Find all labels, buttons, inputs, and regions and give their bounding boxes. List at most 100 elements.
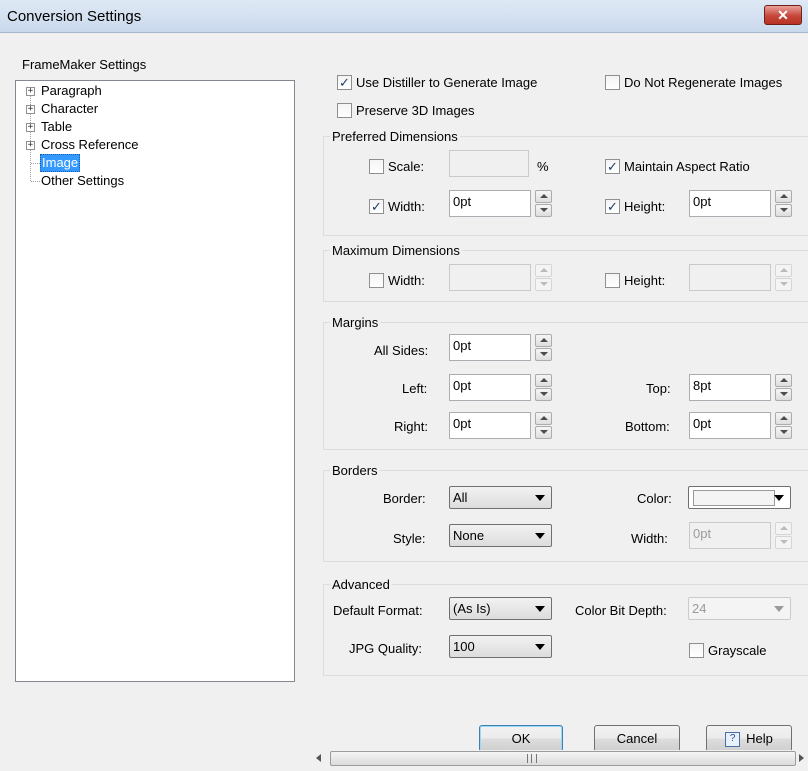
advanced-heading: Advanced bbox=[330, 577, 392, 592]
preserve-3d-checkbox[interactable] bbox=[337, 103, 352, 118]
bottom-margin-label: Bottom: bbox=[625, 419, 670, 434]
preferred-dimensions-group bbox=[323, 136, 808, 236]
all-sides-stepper[interactable] bbox=[535, 334, 552, 361]
pref-height-stepper[interactable] bbox=[775, 190, 792, 217]
pref-height-checkbox[interactable]: ✓ bbox=[605, 199, 620, 214]
tree-connector bbox=[31, 181, 40, 182]
color-swatch bbox=[693, 490, 775, 506]
right-margin-stepper[interactable] bbox=[535, 412, 552, 439]
border-select[interactable]: All bbox=[449, 486, 552, 509]
do-not-regenerate-label: Do Not Regenerate Images bbox=[624, 75, 783, 90]
border-width-field[interactable]: 0pt bbox=[689, 522, 771, 549]
preferred-dimensions-heading: Preferred Dimensions bbox=[330, 129, 460, 144]
border-select-value: All bbox=[453, 490, 468, 505]
tree-item-cross-reference[interactable]: Cross Reference bbox=[41, 136, 139, 154]
tree-item-character[interactable]: Character bbox=[41, 100, 98, 118]
chevron-down-icon bbox=[774, 495, 784, 501]
tree-heading: FrameMaker Settings bbox=[22, 57, 147, 72]
pref-width-field[interactable]: 0pt bbox=[449, 190, 531, 217]
right-margin-field[interactable]: 0pt bbox=[449, 412, 531, 439]
do-not-regenerate-checkbox[interactable] bbox=[605, 75, 620, 90]
max-height-label: Height: bbox=[624, 273, 666, 288]
top-margin-stepper[interactable] bbox=[775, 374, 792, 401]
max-width-field[interactable] bbox=[449, 264, 531, 291]
jpg-quality-select[interactable]: 100 bbox=[449, 635, 552, 658]
jpg-quality-label: JPG Quality: bbox=[349, 641, 422, 656]
use-distiller-label: Use Distiller to Generate Image bbox=[356, 75, 538, 90]
max-width-checkbox[interactable] bbox=[369, 273, 384, 288]
top-margin-field[interactable]: 8pt bbox=[689, 374, 771, 401]
pref-width-stepper[interactable] bbox=[535, 190, 552, 217]
close-button[interactable]: ✕ bbox=[764, 5, 802, 25]
max-height-stepper[interactable] bbox=[775, 264, 792, 291]
expand-icon[interactable]: + bbox=[26, 141, 35, 150]
color-label: Color: bbox=[637, 491, 672, 506]
grip-icon bbox=[527, 754, 537, 763]
borders-heading: Borders bbox=[330, 463, 380, 478]
color-select[interactable] bbox=[688, 486, 791, 509]
border-label: Border: bbox=[383, 491, 426, 506]
border-width-label: Width: bbox=[631, 531, 668, 546]
expand-icon[interactable]: + bbox=[26, 105, 35, 114]
pref-height-label: Height: bbox=[624, 199, 666, 214]
scale-unit: % bbox=[537, 159, 549, 174]
scrollbar-thumb[interactable] bbox=[330, 751, 796, 766]
scroll-left-icon[interactable] bbox=[316, 754, 321, 762]
chevron-down-icon bbox=[774, 606, 784, 612]
left-margin-field[interactable]: 0pt bbox=[449, 374, 531, 401]
border-width-stepper[interactable] bbox=[775, 522, 792, 549]
max-height-field[interactable] bbox=[689, 264, 771, 291]
max-width-stepper[interactable] bbox=[535, 264, 552, 291]
maintain-aspect-label: Maintain Aspect Ratio bbox=[624, 159, 750, 174]
style-select[interactable]: None bbox=[449, 524, 552, 547]
all-sides-field[interactable]: 0pt bbox=[449, 334, 531, 361]
settings-tree[interactable]: + Paragraph + Character + Table + Cross … bbox=[15, 80, 295, 682]
bottom-margin-stepper[interactable] bbox=[775, 412, 792, 439]
window-title: Conversion Settings bbox=[7, 8, 142, 25]
scale-checkbox[interactable] bbox=[369, 159, 384, 174]
scale-field[interactable] bbox=[449, 150, 529, 177]
scroll-right-icon[interactable] bbox=[799, 754, 804, 762]
ok-button[interactable]: OK bbox=[479, 725, 563, 752]
preserve-3d-label: Preserve 3D Images bbox=[356, 103, 475, 118]
right-margin-label: Right: bbox=[394, 419, 428, 434]
tree-connector bbox=[31, 163, 40, 164]
margins-heading: Margins bbox=[330, 315, 381, 330]
color-bit-depth-select[interactable]: 24 bbox=[688, 597, 791, 620]
top-margin-label: Top: bbox=[646, 381, 671, 396]
cancel-button[interactable]: Cancel bbox=[594, 725, 680, 752]
tree-item-image[interactable]: Image bbox=[40, 154, 81, 172]
chevron-down-icon bbox=[535, 644, 545, 650]
max-width-label: Width: bbox=[388, 273, 425, 288]
default-format-select[interactable]: (As Is) bbox=[449, 597, 552, 620]
left-margin-label: Left: bbox=[402, 381, 428, 396]
chevron-down-icon bbox=[535, 495, 545, 501]
color-bit-depth-value: 24 bbox=[692, 601, 707, 616]
tree-item-other-settings[interactable]: Other Settings bbox=[41, 172, 124, 190]
use-distiller-checkbox[interactable]: ✓ bbox=[337, 75, 352, 90]
default-format-label: Default Format: bbox=[333, 603, 423, 618]
bottom-margin-field[interactable]: 0pt bbox=[689, 412, 771, 439]
pref-width-checkbox[interactable]: ✓ bbox=[369, 199, 384, 214]
grayscale-label: Grayscale bbox=[708, 643, 767, 658]
pref-height-field[interactable]: 0pt bbox=[689, 190, 771, 217]
grayscale-checkbox[interactable] bbox=[689, 643, 704, 658]
tree-item-paragraph[interactable]: Paragraph bbox=[41, 82, 102, 100]
maintain-aspect-checkbox[interactable]: ✓ bbox=[605, 159, 620, 174]
color-bit-depth-label: Color Bit Depth: bbox=[575, 603, 667, 618]
chevron-down-icon bbox=[535, 533, 545, 539]
left-margin-stepper[interactable] bbox=[535, 374, 552, 401]
chevron-down-icon bbox=[535, 606, 545, 612]
all-sides-label: All Sides: bbox=[374, 343, 429, 358]
maximum-dimensions-heading: Maximum Dimensions bbox=[330, 243, 462, 258]
expand-icon[interactable]: + bbox=[26, 123, 35, 132]
help-button[interactable]: ? Help bbox=[706, 725, 792, 752]
scale-label: Scale: bbox=[388, 159, 425, 174]
max-height-checkbox[interactable] bbox=[605, 273, 620, 288]
default-format-value: (As Is) bbox=[453, 601, 491, 616]
style-select-value: None bbox=[453, 528, 485, 543]
expand-icon[interactable]: + bbox=[26, 87, 35, 96]
grip-icon bbox=[531, 754, 532, 763]
tree-item-table[interactable]: Table bbox=[41, 118, 72, 136]
pref-width-label: Width: bbox=[388, 199, 425, 214]
